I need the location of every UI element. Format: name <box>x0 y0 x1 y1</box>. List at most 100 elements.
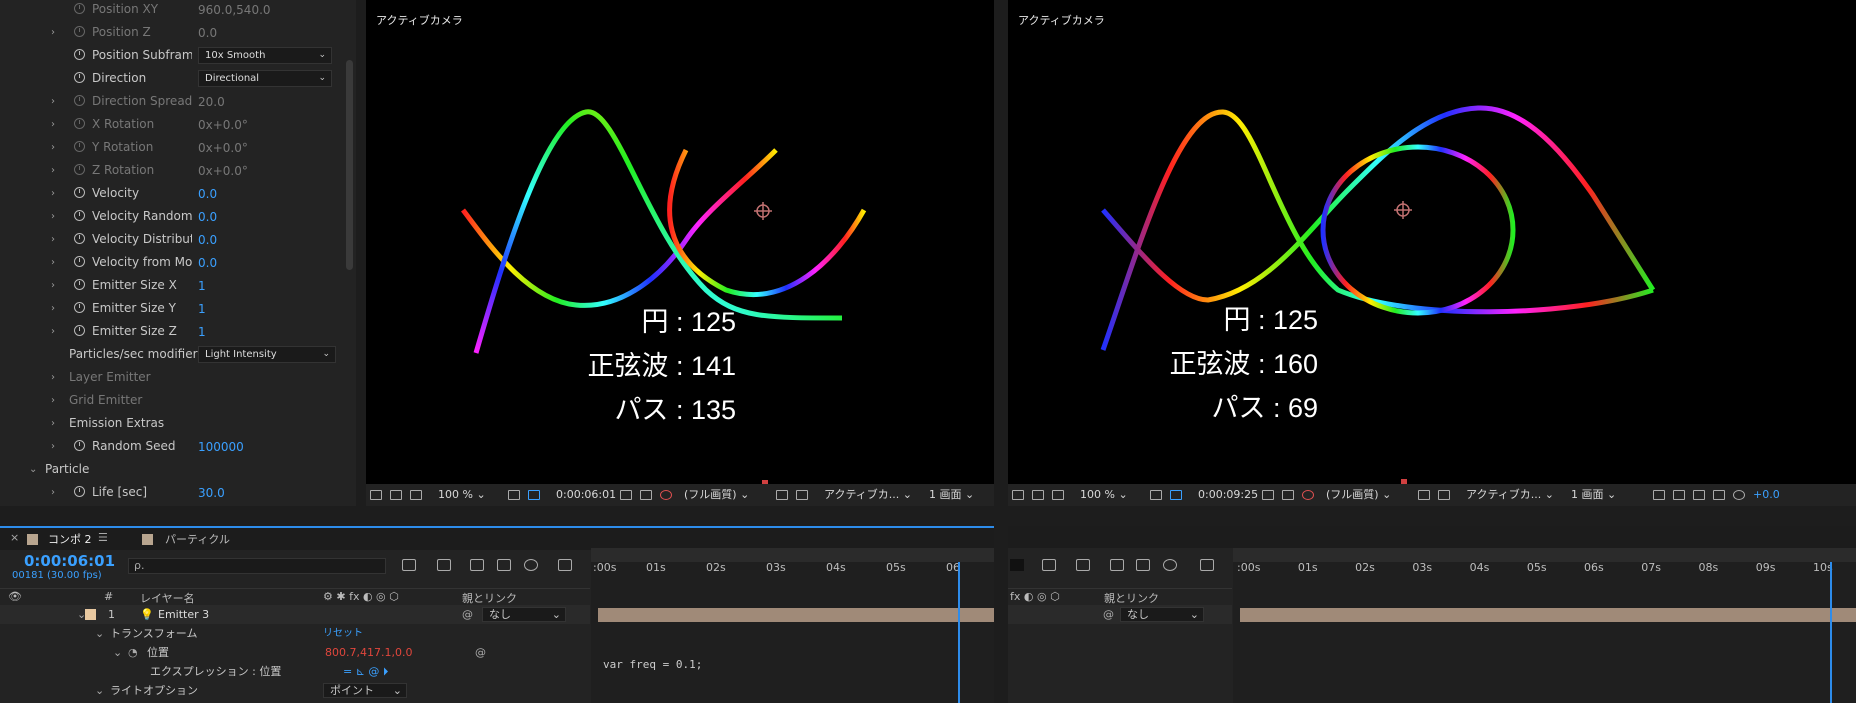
effect-property-row[interactable]: › Emitter Size Y 1 <box>0 297 356 320</box>
effect-property-row[interactable]: › Velocity Random [0.0 <box>0 205 356 228</box>
column-parent[interactable]: 親とリンク <box>462 590 517 606</box>
effect-group-row[interactable]: › Grid Emitter <box>0 389 356 412</box>
anchor-point-icon[interactable] <box>1394 201 1412 219</box>
layer-name[interactable]: Emitter 3 <box>158 605 209 624</box>
property-value[interactable]: 1 <box>198 298 206 321</box>
camera-icon[interactable] <box>1262 490 1274 500</box>
property-value[interactable]: 960.0,540.0 <box>198 0 271 22</box>
property-value[interactable]: 0.0 <box>198 206 217 229</box>
expand-chevron-icon[interactable]: › <box>51 481 61 504</box>
transparency-grid-icon[interactable] <box>796 490 808 500</box>
expand-chevron-icon[interactable]: › <box>51 320 61 343</box>
snapshot-icon[interactable] <box>370 490 382 500</box>
frame-blending-icon[interactable] <box>497 559 511 571</box>
expand-chevron-icon[interactable]: ⌄ <box>95 624 104 643</box>
expand-chevron-icon[interactable]: › <box>51 159 61 182</box>
expand-chevron-icon[interactable]: › <box>51 90 61 113</box>
composition-mini-flowchart-icon[interactable] <box>1042 559 1056 571</box>
property-value[interactable]: 0.0 <box>198 252 217 275</box>
stopwatch-icon[interactable] <box>74 95 85 106</box>
timeline-track-area[interactable]: :00s 01s 02s 03s 04s 05s 06 var freq = 0… <box>591 548 994 703</box>
grid-icon[interactable] <box>508 490 520 500</box>
stopwatch-icon[interactable] <box>74 141 85 152</box>
monitor-icon[interactable] <box>390 490 402 500</box>
effect-property-row[interactable]: › Life [sec] 30.0 <box>0 481 356 504</box>
expand-chevron-icon[interactable]: › <box>51 504 61 506</box>
stopwatch-icon[interactable] <box>74 3 85 14</box>
channel-icon[interactable] <box>1282 490 1294 500</box>
expand-chevron-icon[interactable]: ⌄ <box>77 605 86 624</box>
stopwatch-icon[interactable] <box>74 440 85 451</box>
stopwatch-icon[interactable] <box>74 233 85 244</box>
property-value[interactable]: 30.0 <box>198 482 225 505</box>
property-value[interactable]: 0x+0.0° <box>198 160 248 183</box>
timeline-icon[interactable] <box>1673 490 1685 500</box>
playhead[interactable] <box>1830 562 1832 703</box>
stopwatch-icon[interactable]: ◔ <box>128 643 138 662</box>
expand-chevron-icon[interactable]: › <box>51 228 61 251</box>
layer-duration-bar[interactable] <box>598 608 994 622</box>
expand-chevron-icon[interactable]: › <box>51 136 61 159</box>
shy-layers-icon[interactable] <box>470 559 484 571</box>
property-value[interactable]: 0x+0.0° <box>198 137 248 160</box>
viewer-timecode[interactable]: 0:00:06:01 <box>556 487 616 503</box>
draft-3d-icon[interactable] <box>437 559 451 571</box>
expand-chevron-icon[interactable]: › <box>51 113 61 136</box>
property-dropdown[interactable]: Light Intensity ⌄ <box>198 346 336 363</box>
close-icon[interactable]: × <box>10 531 19 544</box>
stopwatch-icon[interactable] <box>74 325 85 336</box>
zoom-select[interactable]: 100 % ⌄ <box>438 487 486 503</box>
effect-property-row[interactable]: › Direction Spread [20.0 <box>0 90 356 113</box>
expand-chevron-icon[interactable]: › <box>51 435 61 458</box>
color-channel-icon[interactable] <box>660 490 672 500</box>
frame-blending-icon[interactable] <box>1136 559 1150 571</box>
property-value[interactable]: 100000 <box>198 436 244 459</box>
expand-chevron-icon[interactable]: › <box>51 389 61 412</box>
light-type-select[interactable]: ポイント ⌄ <box>323 683 407 698</box>
playhead[interactable] <box>958 562 960 703</box>
column-layer-name[interactable]: レイヤー名 <box>140 590 195 606</box>
expand-chevron-icon[interactable]: ⌄ <box>29 458 39 481</box>
camera-icon[interactable] <box>620 490 632 500</box>
stopwatch-icon[interactable] <box>74 49 85 60</box>
tab-particle[interactable]: パーティクル <box>165 531 230 547</box>
property-dropdown[interactable]: 10x Smooth ⌄ <box>198 47 332 64</box>
motion-blur-icon[interactable] <box>524 559 538 571</box>
stopwatch-icon[interactable] <box>74 279 85 290</box>
parent-select[interactable]: なし ⌄ <box>1120 607 1204 622</box>
layer-row[interactable]: ⌄ 1 💡 Emitter 3 @ なし ⌄ <box>0 605 590 624</box>
effect-property-row[interactable]: › Y Rotation 0x+0.0° <box>0 136 356 159</box>
channel-icon[interactable] <box>640 490 652 500</box>
exposure-reset-icon[interactable] <box>1733 490 1745 500</box>
position-value[interactable]: 800.7,417.1,0.0 <box>325 643 412 662</box>
expand-chevron-icon[interactable]: ⌄ <box>113 643 122 662</box>
property-value[interactable]: 0.0 <box>198 183 217 206</box>
stopwatch-icon[interactable] <box>74 72 85 83</box>
expand-chevron-icon[interactable]: › <box>51 274 61 297</box>
expand-chevron-icon[interactable]: › <box>51 366 61 389</box>
property-value[interactable]: 1 <box>198 275 206 298</box>
search-field-edge[interactable] <box>1010 559 1024 571</box>
effect-property-row[interactable]: › X Rotation 0x+0.0° <box>0 113 356 136</box>
effect-group-row[interactable]: › Layer Emitter <box>0 366 356 389</box>
motion-blur-icon[interactable] <box>1163 559 1177 571</box>
mask-icon[interactable] <box>1052 490 1064 500</box>
views-select[interactable]: 1 画面 ⌄ <box>1571 487 1616 503</box>
views-select[interactable]: 1 画面 ⌄ <box>929 487 974 503</box>
expand-chevron-icon[interactable]: › <box>51 205 61 228</box>
property-dropdown[interactable]: Directional ⌄ <box>198 70 332 87</box>
pickwhip-icon[interactable]: @ <box>475 643 486 662</box>
stopwatch-icon[interactable] <box>74 26 85 37</box>
transparency-grid-icon[interactable] <box>1438 490 1450 500</box>
camera-select[interactable]: アクティブカ... ⌄ <box>824 487 912 503</box>
effect-property-row[interactable]: › Z Rotation 0x+0.0° <box>0 159 356 182</box>
graph-editor-icon[interactable] <box>558 559 572 571</box>
stopwatch-icon[interactable] <box>74 187 85 198</box>
fast-preview-icon[interactable] <box>1418 490 1430 500</box>
particles-modifier-row[interactable]: Particles/sec modifier Light Intensity ⌄ <box>0 343 356 366</box>
stopwatch-icon[interactable] <box>74 118 85 129</box>
expression-code[interactable]: var freq = 0.1; <box>603 658 702 671</box>
resolution-select[interactable]: (フル画質) ⌄ <box>684 487 749 503</box>
current-timecode[interactable]: 0:00:06:01 <box>24 552 115 570</box>
property-value[interactable]: 0.0 <box>198 229 217 252</box>
